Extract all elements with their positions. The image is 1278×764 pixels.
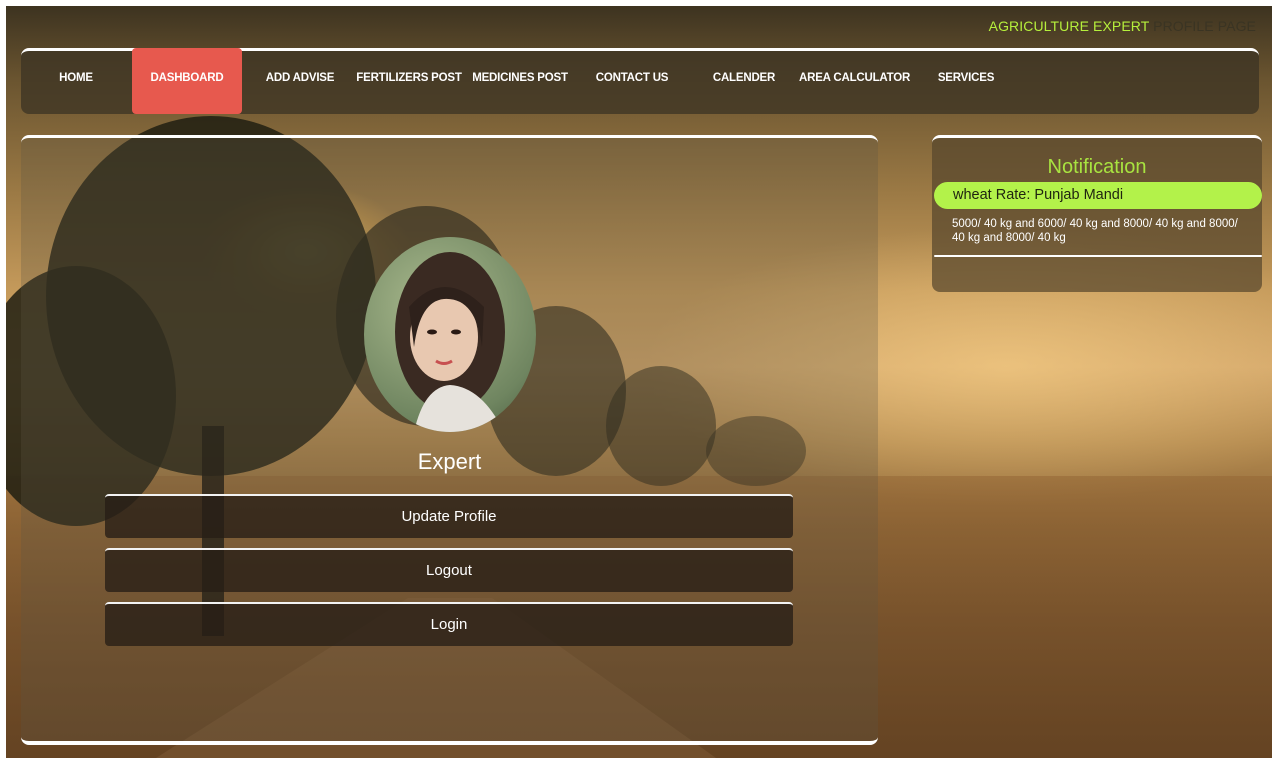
nav-services[interactable]: SERVICES [936,48,996,114]
profile-name: Expert [417,449,482,474]
notification-panel: Notification wheat Rate: Punjab Mandi 50… [932,135,1262,292]
nav-calender[interactable]: CALENDER [711,48,777,114]
logout-button[interactable]: Logout [105,548,793,592]
main-navbar: HOME DASHBOARD ADD ADVISE FERTILIZERS PO… [21,48,1259,114]
nav-fertilizers-post[interactable]: FERTILIZERS POST [356,48,462,114]
site-title-highlight: AGRICULTURE EXPERT [988,18,1150,34]
nav-area-calculator[interactable]: AREA CALCULATOR [799,48,910,114]
nav-home[interactable]: HOME [53,48,99,114]
nav-add-advise[interactable]: ADD ADVISE [261,48,339,114]
nav-contact-us[interactable]: CONTACT US [593,48,671,114]
avatar [364,237,536,432]
nav-medicines-post[interactable]: MEDICINES POST [471,48,569,114]
avatar-portrait [395,252,505,432]
nav-dashboard[interactable]: DASHBOARD [132,48,242,114]
notification-item-title[interactable]: wheat Rate: Punjab Mandi [934,182,1262,209]
notification-item-body: 5000/ 40 kg and 6000/ 40 kg and 8000/ 40… [952,218,1238,244]
site-title: AGRICULTURE EXPERT PROFILE PAGE [989,18,1256,34]
notification-title: Notification [1047,156,1147,178]
login-button[interactable]: Login [105,602,793,646]
notification-divider [934,255,1262,257]
site-title-rest: PROFILE PAGE [1153,18,1256,34]
profile-card: Expert Update Profile Logout Login [21,135,878,745]
update-profile-button[interactable]: Update Profile [105,494,793,538]
